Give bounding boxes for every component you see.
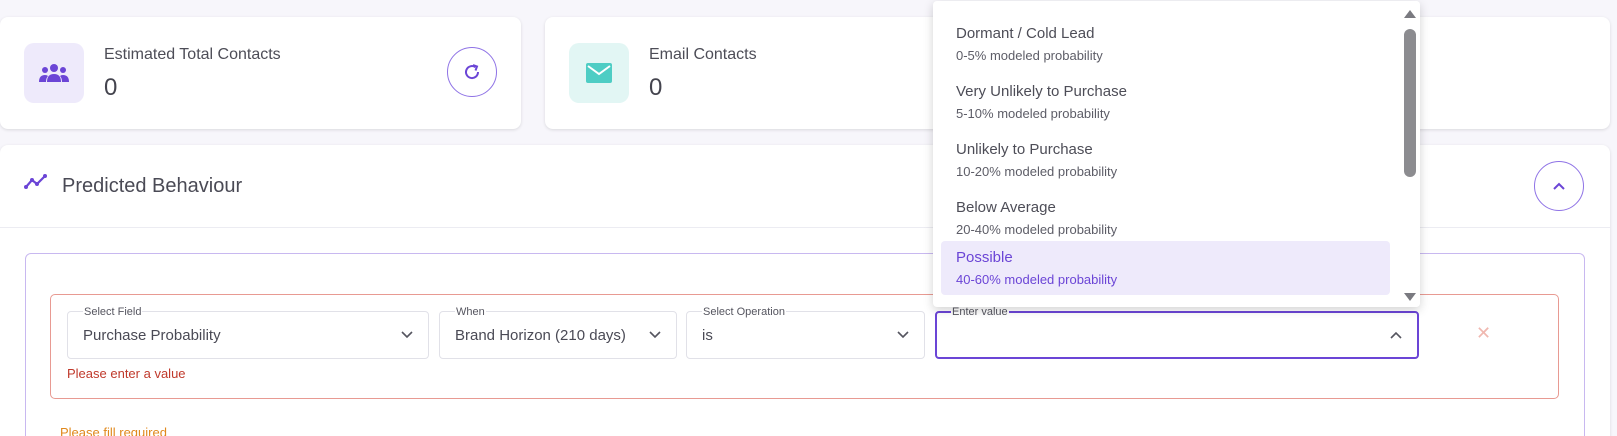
- scroll-down-arrow-icon[interactable]: [1404, 293, 1416, 301]
- field-label: Select Field: [83, 305, 143, 319]
- select-operation-dropdown[interactable]: Select Operation is: [686, 305, 925, 359]
- option-subtitle: 10-20% modeled probability: [956, 164, 1118, 179]
- value-options-listbox: Dormant / Cold Lead 0-5% modeled probabi…: [933, 1, 1420, 307]
- option-subtitle: 0-5% modeled probability: [956, 48, 1103, 63]
- stat-card-total-contacts: Estimated Total Contacts 0: [0, 17, 521, 129]
- stat-value: 0: [649, 74, 663, 101]
- chevron-down-icon: [649, 331, 661, 339]
- enter-value-dropdown[interactable]: Enter value: [935, 305, 1419, 359]
- option-subtitle: 20-40% modeled probability: [956, 222, 1118, 237]
- option-very-unlikely[interactable]: Very Unlikely to Purchase 5-10% modeled …: [941, 75, 1390, 129]
- stat-value: 0: [104, 74, 118, 101]
- collapse-button[interactable]: [1534, 161, 1584, 211]
- mail-icon: [569, 43, 629, 103]
- option-title: Possible: [956, 249, 1013, 266]
- chevron-down-icon: [401, 331, 413, 339]
- row-error-message: Please enter a value: [67, 366, 186, 381]
- scrollbar-thumb[interactable]: [1404, 29, 1416, 177]
- option-title: Very Unlikely to Purchase: [956, 83, 1127, 100]
- chevron-down-icon: [897, 331, 909, 339]
- option-title: Unlikely to Purchase: [956, 141, 1093, 158]
- refresh-icon: [465, 64, 480, 80]
- option-below-average[interactable]: Below Average 20-40% modeled probability: [941, 191, 1390, 245]
- stat-label: Estimated Total Contacts: [104, 46, 281, 63]
- field-value: Purchase Probability: [83, 327, 221, 344]
- users-icon: [24, 43, 84, 103]
- trend-icon: [24, 174, 48, 195]
- field-label: Enter value: [951, 305, 1009, 319]
- refresh-button[interactable]: [447, 47, 497, 97]
- option-possible[interactable]: Possible 40-60% modeled probability: [941, 241, 1390, 295]
- when-dropdown[interactable]: When Brand Horizon (210 days): [439, 305, 677, 359]
- group-warning-message: Please fill required: [60, 425, 167, 436]
- chevron-up-icon: [1553, 182, 1565, 190]
- select-field-dropdown[interactable]: Select Field Purchase Probability: [67, 305, 429, 359]
- option-subtitle: 40-60% modeled probability: [956, 272, 1118, 287]
- option-subtitle: 5-10% modeled probability: [956, 106, 1110, 121]
- section-title: Predicted Behaviour: [62, 175, 243, 197]
- option-title: Dormant / Cold Lead: [956, 25, 1095, 42]
- stat-label: Email Contacts: [649, 46, 757, 63]
- option-unlikely[interactable]: Unlikely to Purchase 10-20% modeled prob…: [941, 133, 1390, 187]
- scroll-up-arrow-icon[interactable]: [1404, 10, 1416, 18]
- field-label: When: [455, 305, 486, 319]
- field-value: Brand Horizon (210 days): [455, 327, 626, 344]
- field-value: is: [702, 327, 713, 344]
- rule-row: Select Field Purchase Probability When B…: [50, 294, 1559, 399]
- option-title: Below Average: [956, 199, 1056, 216]
- remove-rule-icon[interactable]: ✕: [1476, 323, 1491, 344]
- chevron-up-icon: [1390, 331, 1402, 339]
- field-label: Select Operation: [702, 305, 786, 319]
- option-dormant-cold-lead[interactable]: Dormant / Cold Lead 0-5% modeled probabi…: [941, 17, 1390, 71]
- listbox-scrollbar[interactable]: [1400, 1, 1420, 307]
